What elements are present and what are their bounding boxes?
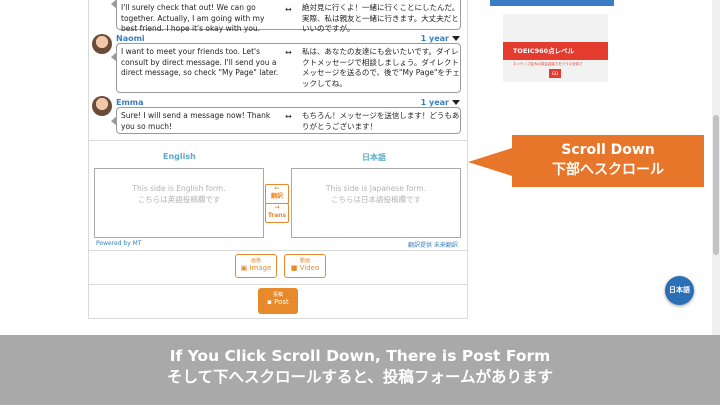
post-button[interactable]: 投稿 ▪ Post bbox=[258, 288, 298, 314]
powered-by-link[interactable]: Powered by MT bbox=[96, 240, 142, 247]
video-small-label: 動画 bbox=[299, 258, 310, 264]
message-bubble: I want to meet your friends too. Let's c… bbox=[111, 43, 461, 93]
swap-arrow-icon: ↔ bbox=[285, 112, 292, 121]
avatar[interactable] bbox=[92, 34, 112, 54]
advertisement[interactable]: TOEIC960点レベル ネイティブ並みの英会話能力をクラス全体で GO bbox=[503, 14, 608, 82]
time-label: 1 year bbox=[420, 98, 449, 107]
divider bbox=[88, 250, 468, 251]
japanese-placeholder-line1: This side is Japanese form. bbox=[325, 184, 427, 193]
translate-label: Trans bbox=[267, 212, 287, 219]
right-column-header bbox=[490, 0, 614, 6]
callout-pointer bbox=[468, 148, 512, 176]
video-icon: ■ bbox=[290, 264, 298, 272]
callout-line1: Scroll Down bbox=[561, 142, 655, 158]
message-english: I want to meet your friends too. Let's c… bbox=[121, 47, 279, 77]
image-icon: ▣ bbox=[240, 264, 248, 272]
image-button[interactable]: 画像 ▣ Image bbox=[235, 254, 277, 278]
divider bbox=[88, 318, 468, 319]
image-label: Image bbox=[249, 264, 272, 272]
ad-title: TOEIC960点レベル bbox=[503, 42, 608, 60]
video-label: Video bbox=[299, 264, 320, 272]
japanese-form-title: 日本語 bbox=[362, 153, 386, 162]
divider bbox=[88, 140, 468, 141]
username[interactable]: Emma bbox=[116, 98, 144, 107]
username[interactable]: Naomi bbox=[116, 34, 145, 43]
swap-arrow-icon: ↔ bbox=[285, 5, 292, 14]
message-japanese: もちろん！メッセージを送信します！どうもありがとうございます！ bbox=[302, 111, 460, 131]
message-english: I'll surely check that out! We can go to… bbox=[121, 3, 265, 33]
video-button[interactable]: 動画 ■ Video bbox=[284, 254, 326, 278]
language-switch-button[interactable]: 日本語 bbox=[665, 276, 694, 305]
scroll-down-callout: Scroll Down 下部へスクロール bbox=[512, 135, 704, 187]
english-form-title: English bbox=[163, 152, 196, 161]
divider bbox=[88, 284, 468, 285]
scrollbar-thumb[interactable] bbox=[713, 115, 719, 255]
callout-line2: 下部へスクロール bbox=[552, 162, 664, 178]
time-label: 1 year bbox=[420, 34, 449, 43]
arrow-left-icon: ← bbox=[274, 185, 280, 192]
chevron-down-icon bbox=[452, 36, 460, 41]
comment-icon: ▪ bbox=[267, 298, 272, 306]
translate-to-english-button[interactable]: ← 翻訳 bbox=[265, 184, 289, 204]
avatar[interactable] bbox=[92, 96, 112, 116]
message-bubble: Sure! I will send a message now! Thank y… bbox=[111, 107, 461, 134]
ad-logo: GO bbox=[549, 69, 561, 78]
chevron-down-icon bbox=[452, 100, 460, 105]
arrow-right-icon: → bbox=[274, 204, 280, 211]
banner-line2: そして下へスクロールすると、投稿フォームがあります bbox=[167, 368, 553, 386]
japanese-input[interactable]: This side is Japanese form. こちらは日本語投稿欄です bbox=[291, 168, 461, 238]
translate-label: 翻訳 bbox=[270, 193, 283, 200]
image-small-label: 画像 bbox=[250, 258, 261, 264]
english-placeholder-line2: こちらは英語投稿欄です bbox=[137, 195, 221, 204]
english-placeholder-line1: This side is English form. bbox=[132, 184, 226, 193]
english-input[interactable]: This side is English form. こちらは英語投稿欄です bbox=[94, 168, 264, 238]
scrollbar[interactable] bbox=[712, 0, 720, 335]
message-english: Sure! I will send a message now! Thank y… bbox=[121, 111, 271, 131]
japanese-placeholder-line2: こちらは日本語投稿欄です bbox=[331, 195, 421, 204]
message-japanese: 絶対見に行くよ！一緒に行くことにしたんだ。実際、私は親友と一緒に行きます。大丈夫… bbox=[302, 3, 460, 33]
post-label: Post bbox=[274, 298, 289, 306]
translation-credit-link[interactable]: 翻訳提供 未来翻訳 bbox=[408, 240, 458, 249]
message-japanese: 私は、あなたの友達にも会いたいです。ダイレクトメッセージで相談しましょう。ダイレ… bbox=[302, 47, 460, 88]
message-bubble: I'll surely check that out! We can go to… bbox=[111, 0, 461, 33]
ad-subtitle: ネイティブ並みの英会話能力をクラス全体で bbox=[513, 62, 583, 66]
translate-to-japanese-button[interactable]: → Trans bbox=[265, 203, 289, 223]
post-small-label: 投稿 bbox=[272, 292, 283, 298]
swap-arrow-icon: ↔ bbox=[285, 48, 292, 57]
message-time[interactable]: 1 year bbox=[421, 98, 460, 107]
caption-banner: If You Click Scroll Down, There is Post … bbox=[0, 335, 720, 405]
banner-line1: If You Click Scroll Down, There is Post … bbox=[169, 347, 551, 365]
message-time[interactable]: 1 year bbox=[421, 34, 460, 43]
